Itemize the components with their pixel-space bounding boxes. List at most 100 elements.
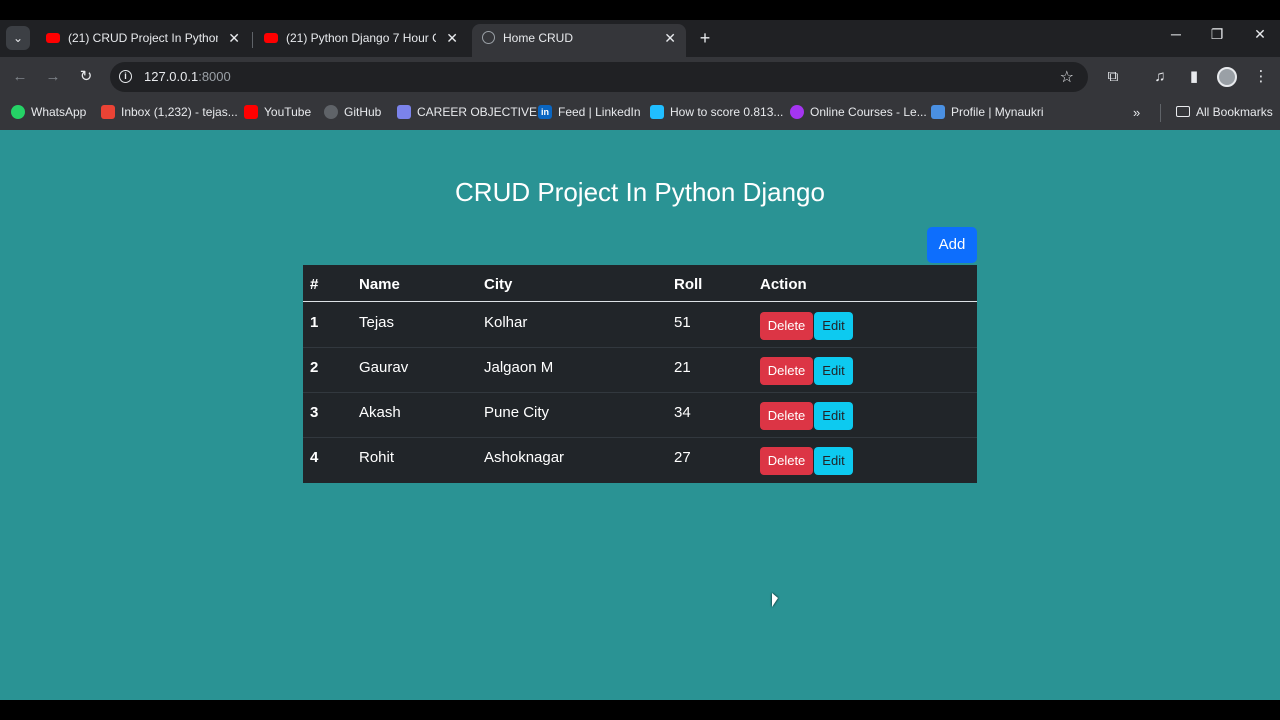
bookmark-label: GitHub (344, 105, 382, 119)
row-city: Jalgaon M (484, 359, 554, 376)
all-bookmarks-button[interactable]: All Bookmarks (1176, 105, 1273, 119)
new-tab-button[interactable]: + (694, 27, 716, 49)
bookmark-label: CAREER OBJECTIVE... (417, 105, 548, 119)
bookmark-udemy[interactable]: Online Courses - Le... (790, 104, 927, 120)
restore-icon[interactable]: ❐ (1207, 26, 1227, 43)
address-bar[interactable]: i 127.0.0.1:8000 ☆ (110, 62, 1088, 92)
row-name: Rohit (359, 449, 395, 466)
column-header-id: # (310, 276, 319, 293)
delete-button[interactable]: Delete (760, 312, 813, 340)
url-text[interactable]: 127.0.0.1:8000 (144, 69, 231, 84)
naukri-icon (931, 104, 945, 119)
row-name: Akash (359, 404, 401, 421)
column-header-name: Name (359, 276, 400, 293)
row-city: Kolhar (484, 314, 528, 331)
add-button[interactable]: Add (927, 227, 977, 263)
table-header: # Name City Roll Action (303, 265, 977, 302)
column-header-city: City (484, 276, 513, 293)
doc-icon (397, 104, 411, 119)
row-roll: 21 (674, 359, 691, 376)
row-roll: 34 (674, 404, 691, 421)
table-row: 2 Gaurav Jalgaon M 21 Delete Edit (303, 348, 977, 393)
tab-search-button[interactable]: ⌄ (6, 26, 30, 50)
mouse-cursor-icon (772, 593, 778, 607)
folder-icon (1176, 106, 1190, 118)
close-icon[interactable]: ✕ (228, 24, 240, 53)
edit-button[interactable]: Edit (814, 312, 853, 340)
media-control-icon[interactable]: ♫ (1150, 67, 1170, 87)
edit-button[interactable]: Edit (814, 447, 853, 475)
page-content: CRUD Project In Python Django Add # Name… (0, 130, 1280, 700)
whatsapp-icon (11, 104, 25, 119)
minimize-icon[interactable]: ─ (1166, 26, 1186, 42)
column-header-roll: Roll (674, 276, 703, 293)
url-host: 127.0.0.1 (144, 69, 199, 84)
delete-button[interactable]: Delete (760, 447, 813, 475)
linkedin-icon: in (538, 104, 552, 119)
tab-home-crud[interactable]: Home CRUD ✕ (472, 24, 686, 57)
gmail-icon (101, 104, 115, 119)
bookmark-label: Profile | Mynaukri (951, 105, 1044, 119)
bookmark-label: Feed | LinkedIn (558, 105, 641, 119)
delete-button[interactable]: Delete (760, 402, 813, 430)
youtube-icon (244, 104, 258, 119)
row-name: Tejas (359, 314, 395, 331)
row-id: 1 (310, 314, 319, 331)
bookmark-label: How to score 0.813... (670, 105, 784, 119)
all-bookmarks-label: All Bookmarks (1196, 105, 1273, 119)
side-panel-icon[interactable]: ▮ (1184, 67, 1204, 87)
page-title: CRUD Project In Python Django (455, 177, 825, 207)
row-city: Pune City (484, 404, 550, 421)
row-roll: 51 (674, 314, 691, 331)
bookmark-whatsapp[interactable]: WhatsApp (11, 104, 86, 120)
bookmarks-bar: WhatsApp Inbox (1,232) - tejas... YouTub… (0, 97, 1280, 130)
close-icon[interactable]: ✕ (446, 24, 458, 53)
tab-title: Home CRUD (503, 31, 574, 46)
extensions-puzzle-icon[interactable]: ⧉ (1103, 67, 1123, 87)
back-arrow-icon[interactable]: ← (10, 67, 30, 87)
bookmark-star-icon[interactable]: ☆ (1060, 67, 1074, 87)
edit-button[interactable]: Edit (814, 357, 853, 385)
row-id: 2 (310, 359, 319, 376)
globe-icon (482, 31, 495, 45)
url-port: :8000 (198, 69, 231, 84)
bookmarks-overflow-chevron-icon[interactable]: » (1133, 105, 1140, 120)
bookmark-kaggle[interactable]: How to score 0.813... (650, 104, 784, 120)
column-header-action: Action (760, 276, 807, 293)
screen: ⌄ (21) CRUD Project In Python Dj ✕ (21) … (0, 0, 1280, 720)
tab-separator (252, 32, 253, 48)
bookmark-github[interactable]: GitHub (324, 104, 382, 120)
close-icon[interactable]: ✕ (664, 24, 676, 53)
bookmark-gmail[interactable]: Inbox (1,232) - tejas... (101, 104, 238, 120)
tab-bar: ⌄ (21) CRUD Project In Python Dj ✕ (21) … (0, 20, 1280, 57)
bookmark-youtube[interactable]: YouTube (244, 104, 312, 120)
row-id: 3 (310, 404, 319, 421)
edit-button[interactable]: Edit (814, 402, 853, 430)
table-row: 1 Tejas Kolhar 51 Delete Edit (303, 303, 977, 348)
tab-title: (21) Python Django 7 Hour Cou (286, 31, 436, 46)
tab-crud-project-video[interactable]: (21) CRUD Project In Python Dj ✕ (36, 24, 250, 57)
tab-title: (21) CRUD Project In Python Dj (68, 31, 218, 46)
github-icon (324, 104, 338, 119)
bookmarks-divider (1160, 104, 1161, 122)
bookmark-label: Online Courses - Le... (810, 105, 927, 119)
site-info-icon[interactable]: i (119, 70, 132, 83)
bookmark-label: Inbox (1,232) - tejas... (121, 105, 238, 119)
reload-icon[interactable]: ↻ (76, 67, 96, 87)
profile-avatar[interactable] (1217, 67, 1237, 87)
table-row: 3 Akash Pune City 34 Delete Edit (303, 393, 977, 438)
delete-button[interactable]: Delete (760, 357, 813, 385)
row-name: Gaurav (359, 359, 409, 376)
browser-toolbar: ← → ↻ i 127.0.0.1:8000 ☆ ⧉ ♫ ▮ ⋮ (0, 57, 1280, 97)
tab-django-course-video[interactable]: (21) Python Django 7 Hour Cou ✕ (254, 24, 468, 57)
forward-arrow-icon[interactable]: → (43, 67, 63, 87)
udemy-icon (790, 104, 804, 119)
chevron-down-icon: ⌄ (12, 31, 24, 45)
bookmark-linkedin[interactable]: in Feed | LinkedIn (538, 104, 641, 120)
bookmark-career-objective[interactable]: CAREER OBJECTIVE... (397, 104, 548, 120)
more-menu-icon[interactable]: ⋮ (1251, 67, 1271, 87)
window-close-icon[interactable]: ✕ (1250, 26, 1270, 43)
bookmark-label: YouTube (264, 105, 312, 119)
bookmark-naukri[interactable]: Profile | Mynaukri (931, 104, 1044, 120)
youtube-icon (46, 32, 60, 43)
